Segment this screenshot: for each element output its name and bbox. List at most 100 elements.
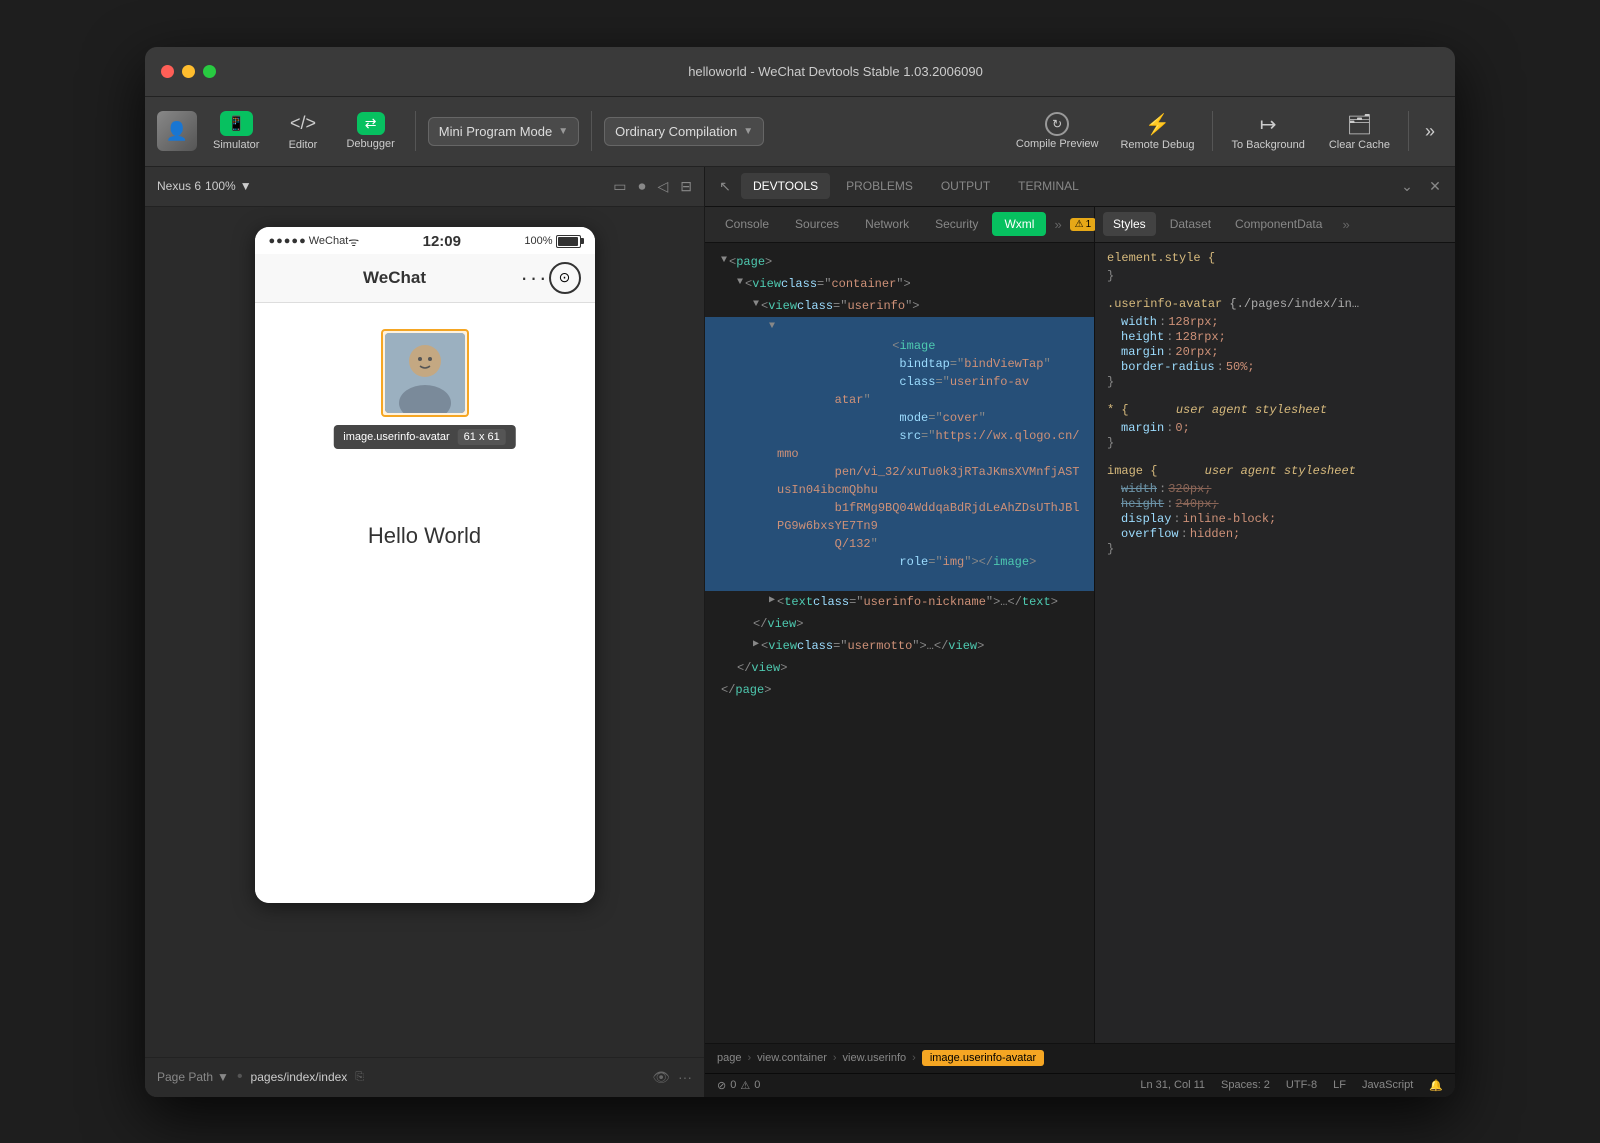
style-prop-margin-ua: margin: 0;	[1107, 421, 1443, 435]
tree-close-view[interactable]: </view>	[705, 613, 1094, 635]
container-toggle[interactable]: ▼	[737, 275, 743, 290]
tab-more[interactable]: »	[1048, 213, 1067, 236]
style-block-universal: * { user agent stylesheet margin: 0; }	[1107, 403, 1443, 450]
usermotto-toggle[interactable]: ▶	[753, 637, 759, 652]
userinfo-toggle[interactable]: ▼	[753, 297, 759, 312]
warning-badge: ⚠ 1	[1070, 218, 1097, 231]
breadcrumb-view-container[interactable]: view.container	[757, 1052, 827, 1064]
tree-close-container[interactable]: </view>	[705, 657, 1094, 679]
tree-close-page[interactable]: </page>	[705, 679, 1094, 701]
tree-image-avatar[interactable]: ▼ <image bindtap="bindViewTap" class="us…	[705, 317, 1094, 591]
nickname-toggle[interactable]: ▶	[769, 593, 775, 608]
notification-icon[interactable]: 🔔	[1429, 1079, 1443, 1092]
to-background-button[interactable]: ↦ To Background	[1221, 108, 1314, 155]
style-close-avatar: }	[1107, 375, 1443, 389]
main-area: Nexus 6 100% ▼ ▭ ⏺ ◁ ⊟ ●●●●● WeChat ᯤ	[145, 167, 1455, 1097]
phone-nav-dots[interactable]: ···	[521, 267, 549, 289]
tab-output[interactable]: OUTPUT	[929, 173, 1002, 199]
simulator-button[interactable]: 📱 Simulator	[205, 107, 267, 155]
editor-label: Editor	[289, 139, 318, 151]
device-zoom: 100%	[205, 179, 236, 193]
mode-dropdown[interactable]: Mini Program Mode ▼	[428, 117, 579, 146]
tab-terminal[interactable]: TERMINAL	[1006, 173, 1091, 199]
devtools-cursor-icon[interactable]: ↖	[713, 174, 737, 198]
tree-text-nickname[interactable]: ▶ <text class="userinfo-nickname">…</tex…	[705, 591, 1094, 613]
error-icon: ⊘	[717, 1079, 726, 1092]
tab-console[interactable]: Console	[713, 212, 781, 236]
image-toggle[interactable]: ▼	[769, 319, 775, 334]
minimize-button[interactable]	[182, 65, 195, 78]
style-block-avatar: .userinfo-avatar {./pages/index/in… widt…	[1107, 297, 1443, 389]
compilation-dropdown[interactable]: Ordinary Compilation ▼	[604, 117, 764, 146]
tree-view-userinfo[interactable]: ▼ <view class="userinfo">	[705, 295, 1094, 317]
clear-cache-button[interactable]: 🗂 Clear Cache	[1319, 108, 1400, 155]
tab-sources[interactable]: Sources	[783, 212, 851, 236]
sim-icons: ▭ ⏺ ◁ ⊟	[613, 178, 692, 195]
page-path-chevron: ▼	[217, 1070, 229, 1084]
styles-tab-more[interactable]: »	[1336, 213, 1355, 236]
style-close-element: }	[1107, 269, 1443, 283]
tab-problems[interactable]: PROBLEMS	[834, 173, 925, 199]
tree-view-container[interactable]: ▼ <view class="container">	[705, 273, 1094, 295]
more-options-icon[interactable]: ···	[678, 1069, 692, 1086]
editor-button[interactable]: </> Editor	[275, 107, 330, 155]
devtools-top-right: ⌄ ✕	[1395, 174, 1447, 198]
warning-icon-status: ⚠	[740, 1079, 750, 1092]
tree-page[interactable]: ▼ <page>	[705, 251, 1094, 273]
phone-nav-btn[interactable]: ⊙	[549, 262, 581, 294]
mode-label: Mini Program Mode	[439, 124, 552, 139]
error-count: 0	[730, 1079, 736, 1091]
eye-icon[interactable]: 👁	[652, 1069, 670, 1086]
close-panel-icon[interactable]: ✕	[1423, 174, 1447, 198]
avatar-svg	[385, 333, 465, 413]
simulator-toolbar: Nexus 6 100% ▼ ▭ ⏺ ◁ ⊟	[145, 167, 704, 207]
breadcrumb-view-userinfo[interactable]: view.userinfo	[843, 1052, 907, 1064]
phone-nav: WeChat ··· ⊙	[255, 254, 595, 303]
breadcrumb-image-avatar[interactable]: image.userinfo-avatar	[922, 1050, 1044, 1066]
device-selector[interactable]: Nexus 6 100% ▼	[157, 179, 252, 193]
tablet-icon[interactable]: ▭	[613, 178, 626, 195]
page-path-selector[interactable]: Page Path ▼	[157, 1070, 229, 1084]
status-right: Ln 31, Col 11 Spaces: 2 UTF-8 LF JavaScr…	[1140, 1079, 1443, 1092]
dock-icon[interactable]: ⊟	[680, 178, 692, 195]
tab-wxml[interactable]: Wxml	[992, 212, 1046, 236]
devtools-sub-panel: Console Sources Network Security Wxml » …	[705, 207, 1455, 1043]
battery-icon	[556, 235, 581, 248]
close-button[interactable]	[161, 65, 174, 78]
more-button[interactable]: »	[1417, 117, 1443, 146]
styles-content: element.style { } .userinfo-avatar {./pa…	[1095, 243, 1455, 1043]
language-info: JavaScript	[1362, 1079, 1413, 1092]
spaces-info: Spaces: 2	[1221, 1079, 1270, 1092]
remote-debug-button[interactable]: ⚡ Remote Debug	[1110, 108, 1204, 155]
compilation-label: Ordinary Compilation	[615, 124, 737, 139]
audio-icon[interactable]: ◁	[657, 178, 668, 195]
phone-content: image.userinfo-avatar 61 x 61 Hello Worl…	[255, 303, 595, 903]
remote-debug-icon: ⚡	[1145, 112, 1170, 137]
maximize-button[interactable]	[203, 65, 216, 78]
style-selector-universal: * { user agent stylesheet	[1107, 403, 1443, 417]
style-comment-image: user agent stylesheet	[1205, 464, 1356, 478]
debugger-button[interactable]: ⇄ Debugger	[338, 108, 402, 154]
style-prop-height: height: 128rpx;	[1107, 330, 1443, 344]
tab-devtools[interactable]: DEVTOOLS	[741, 173, 830, 199]
compile-preview-label: Compile Preview	[1016, 138, 1099, 150]
page-toggle[interactable]: ▼	[721, 253, 727, 268]
record-icon[interactable]: ⏺	[638, 178, 645, 195]
tree-view-usermotto[interactable]: ▶ <view class="usermotto">…</view>	[705, 635, 1094, 657]
tab-security[interactable]: Security	[923, 212, 990, 236]
editor-icon: </>	[286, 111, 320, 136]
breadcrumb-page[interactable]: page	[717, 1052, 741, 1064]
collapse-icon[interactable]: ⌄	[1395, 174, 1419, 198]
mode-chevron: ▼	[558, 126, 568, 137]
tab-network[interactable]: Network	[853, 212, 921, 236]
tab-componentdata[interactable]: ComponentData	[1225, 212, 1332, 236]
styles-tabs: Styles Dataset ComponentData »	[1095, 207, 1455, 243]
clear-cache-label: Clear Cache	[1329, 139, 1390, 151]
tab-dataset[interactable]: Dataset	[1160, 212, 1221, 236]
refresh-icon: ↻	[1045, 112, 1069, 136]
copy-icon[interactable]: ⎘	[355, 1071, 364, 1084]
app-window: helloworld - WeChat Devtools Stable 1.03…	[145, 47, 1455, 1097]
style-prop-img-height: height: 240px;	[1107, 497, 1443, 511]
tab-styles[interactable]: Styles	[1103, 212, 1156, 236]
compile-preview-button[interactable]: ↻ Compile Preview	[1008, 108, 1107, 154]
